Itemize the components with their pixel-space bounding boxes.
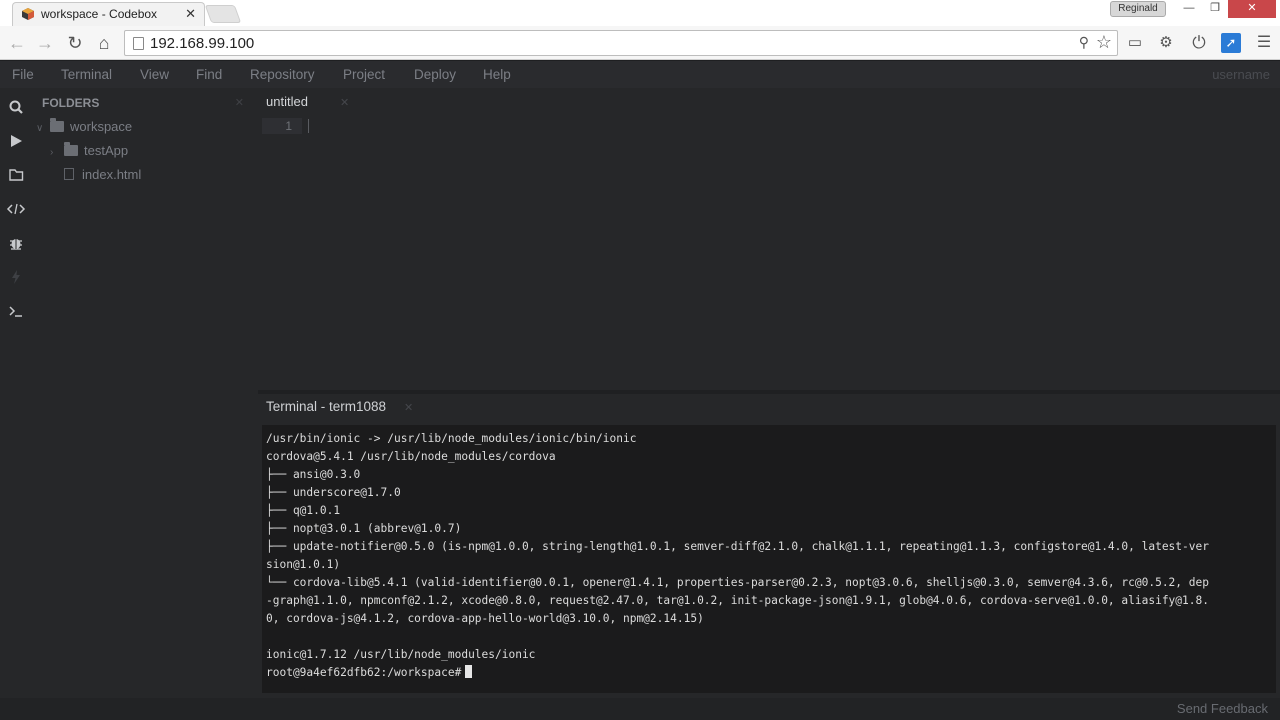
hamburger-menu-icon[interactable]: ☰	[1253, 32, 1275, 54]
new-tab-button[interactable]	[204, 5, 242, 23]
file-icon	[64, 168, 74, 180]
terminal-line: -graph@1.1.0, npmconf@2.1.2, xcode@0.8.0…	[266, 594, 1209, 607]
terminal-prompt: root@9a4ef62dfb62:/workspace#	[266, 666, 462, 679]
menu-file[interactable]: File	[12, 67, 34, 82]
run-icon[interactable]	[0, 133, 32, 149]
page-icon	[133, 37, 144, 50]
tab-terminal[interactable]: Terminal - term1088	[266, 399, 386, 414]
bug-icon[interactable]	[0, 235, 32, 251]
tree-item-label: index.html	[82, 167, 142, 182]
lightning-icon[interactable]	[0, 269, 32, 285]
codebox-logo-icon	[22, 8, 34, 20]
app-menubar: File Terminal View Find Repository Proje…	[0, 61, 1280, 88]
terminal-line: 0, cordova-js@4.1.2, cordova-app-hello-w…	[266, 612, 704, 625]
folder-icon[interactable]	[0, 167, 32, 183]
terminal-panel: Terminal - term1088 ✕ /usr/bin/ionic -> …	[258, 394, 1280, 698]
browser-tab[interactable]: workspace - Codebox ✕	[12, 2, 205, 26]
chevron-right-icon[interactable]: ›	[50, 147, 64, 158]
terminal-prompt-line[interactable]: root@9a4ef62dfb62:/workspace#	[266, 664, 1276, 682]
menu-find[interactable]: Find	[196, 67, 222, 82]
terminal-cursor	[465, 665, 473, 678]
text-caret	[308, 119, 309, 133]
bookmark-star-icon[interactable]: ☆	[1096, 32, 1112, 53]
terminal-line: ├── nopt@3.0.1 (abbrev@1.0.7)	[266, 522, 462, 535]
forward-arrow-icon[interactable]: →	[34, 32, 56, 54]
menu-deploy[interactable]: Deploy	[414, 67, 456, 82]
extension-gear-icon[interactable]: ⚙	[1155, 32, 1177, 54]
tree-item-label: workspace	[70, 119, 133, 134]
menu-repository[interactable]: Repository	[250, 67, 315, 82]
window-maximize-button[interactable]: ❐	[1202, 0, 1228, 18]
editor-tabbar: untitled ✕	[258, 88, 1280, 116]
search-icon[interactable]	[0, 99, 32, 115]
browser-tab-title: workspace - Codebox	[41, 7, 158, 21]
terminal-line: ├── ansi@0.3.0	[266, 468, 361, 481]
key-icon[interactable]: ⚲	[1079, 34, 1089, 51]
terminal-line: ├── update-notifier@0.5.0 (is-npm@1.0.0,…	[266, 540, 1209, 553]
terminal-line: ├── underscore@1.7.0	[266, 486, 401, 499]
tree-item-workspace[interactable]: ∨ workspace	[36, 118, 133, 139]
terminal-line: ​	[266, 628, 1276, 646]
menu-view[interactable]: View	[140, 67, 169, 82]
code-editor[interactable]: 1	[258, 116, 1280, 390]
terminal-line: ionic@1.7.12 /usr/lib/node_modules/ionic	[266, 648, 536, 661]
power-icon[interactable]: ⏻	[1188, 32, 1210, 54]
tree-item-index-html[interactable]: index.html	[64, 167, 141, 187]
terminal-icon[interactable]	[0, 303, 32, 319]
menu-project[interactable]: Project	[343, 67, 385, 82]
tab-close-icon[interactable]: ✕	[185, 6, 196, 22]
profile-badge[interactable]: Reginald	[1110, 1, 1166, 17]
folder-icon	[50, 118, 64, 132]
menu-help[interactable]: Help	[483, 67, 511, 82]
folders-header: FOLDERS	[42, 96, 100, 110]
back-arrow-icon[interactable]: ←	[6, 32, 28, 54]
menu-terminal[interactable]: Terminal	[61, 67, 112, 82]
tab-close-icon[interactable]: ✕	[340, 96, 349, 109]
browser-toolbar: ← → ↻ ⌂ 192.168.99.100 ⚲ ☆ ▭ ⚙ ⏻ ➚ ☰	[0, 26, 1280, 60]
sidebar-close-icon[interactable]: ✕	[235, 96, 244, 109]
cast-icon[interactable]: ▭	[1124, 32, 1146, 54]
tree-item-testapp[interactable]: › testApp	[50, 142, 129, 163]
terminal-line: sion@1.0.1)	[266, 558, 341, 571]
send-feedback-link[interactable]: Send Feedback	[1177, 701, 1268, 716]
terminal-line: ├── q@1.0.1	[266, 504, 341, 517]
code-icon[interactable]	[0, 201, 32, 217]
tab-close-icon[interactable]: ✕	[404, 401, 413, 414]
editor-pane: untitled ✕ 1	[258, 88, 1280, 390]
tree-item-label: testApp	[84, 143, 129, 158]
terminal-output[interactable]: /usr/bin/ionic -> /usr/lib/node_modules/…	[262, 425, 1276, 693]
reload-icon[interactable]: ↻	[64, 32, 86, 54]
line-number: 1	[262, 118, 302, 134]
window-minimize-button[interactable]: —	[1176, 0, 1202, 18]
tab-untitled[interactable]: untitled	[266, 94, 308, 109]
window-close-button[interactable]: ✕	[1228, 0, 1276, 18]
blue-extension-icon[interactable]: ➚	[1221, 33, 1241, 53]
chevron-down-icon[interactable]: ∨	[36, 123, 50, 134]
terminal-line: /usr/bin/ionic -> /usr/lib/node_modules/…	[266, 432, 637, 445]
username-label[interactable]: username	[1212, 67, 1270, 82]
address-bar[interactable]: 192.168.99.100 ⚲ ☆	[124, 30, 1118, 56]
terminal-line: └── cordova-lib@5.4.1 (valid-identifier@…	[266, 576, 1209, 589]
activity-bar	[0, 88, 32, 698]
folders-sidebar: FOLDERS ✕ ∨ workspace › testApp index.html	[32, 88, 258, 698]
folder-icon	[64, 142, 78, 156]
browser-titlebar: workspace - Codebox ✕ Reginald — ❐ ✕	[0, 0, 1280, 26]
home-icon[interactable]: ⌂	[93, 32, 115, 54]
url-text[interactable]: 192.168.99.100	[150, 35, 254, 52]
terminal-line: cordova@5.4.1 /usr/lib/node_modules/cord…	[266, 450, 556, 463]
status-bar: Send Feedback	[0, 698, 1280, 720]
